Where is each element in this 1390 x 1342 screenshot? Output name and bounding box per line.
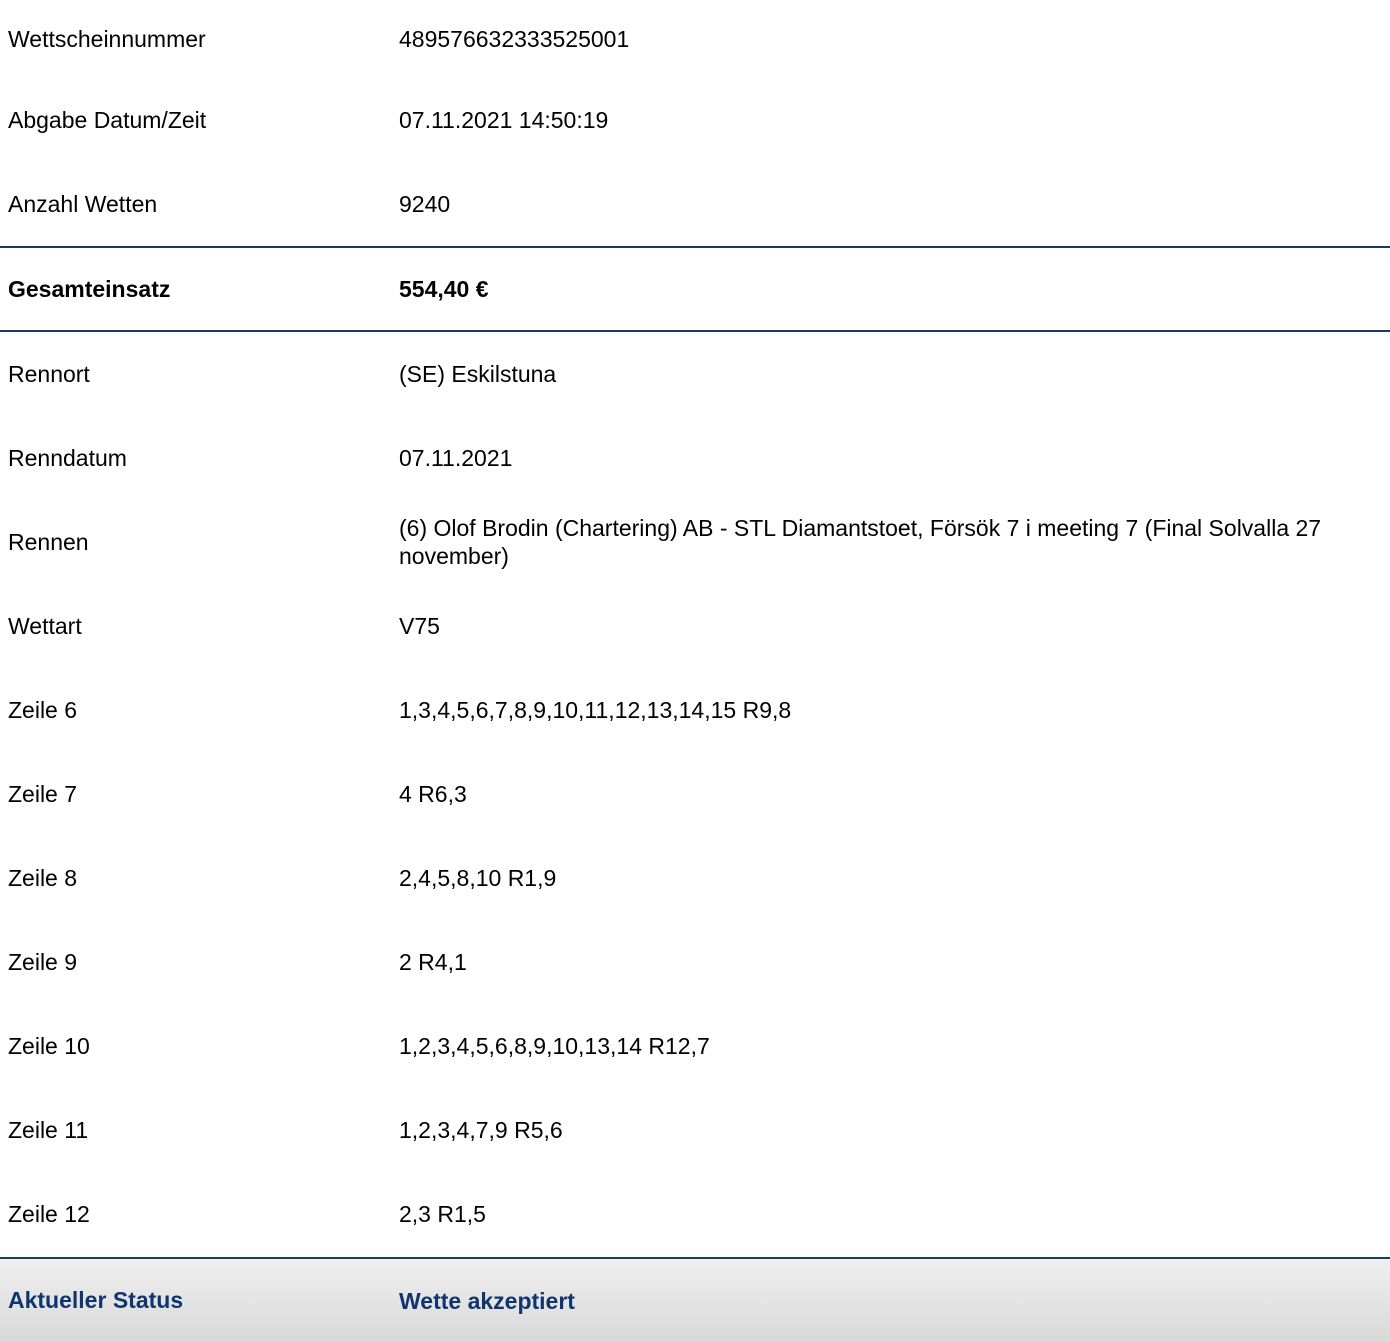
ticket-number-label: Wettscheinnummer xyxy=(8,25,206,52)
line-value: 4 R6,3 xyxy=(399,781,467,807)
line-row: Zeile 12 2,3 R1,5 xyxy=(0,1172,1390,1256)
race-details: Rennort (SE) Eskilstuna Renndatum 07.11.… xyxy=(0,332,1390,1256)
ticket-summary: Wettscheinnummer 489576632333525001 Abga… xyxy=(0,0,1390,246)
line-row: Zeile 11 1,2,3,4,7,9 R5,6 xyxy=(0,1088,1390,1172)
venue-row: Rennort (SE) Eskilstuna xyxy=(0,332,1390,416)
line-row: Zeile 9 2 R4,1 xyxy=(0,920,1390,1004)
line-label: Zeile 8 xyxy=(8,864,78,891)
line-label: Zeile 11 xyxy=(8,1116,89,1143)
line-value: 2,4,5,8,10 R1,9 xyxy=(399,865,557,891)
bet-ticket-details: Wettscheinnummer 489576632333525001 Abga… xyxy=(0,0,1390,1342)
status-label: Aktueller Status xyxy=(8,1287,184,1313)
venue-value: (SE) Eskilstuna xyxy=(399,361,557,387)
total-stake-row: Gesamteinsatz 554,40 € xyxy=(0,246,1390,332)
race-date-row: Renndatum 07.11.2021 xyxy=(0,416,1390,500)
submitted-value: 07.11.2021 14:50:19 xyxy=(399,107,609,133)
race-date-label: Renndatum xyxy=(8,444,127,471)
race-row: Rennen (6) Olof Brodin (Chartering) AB -… xyxy=(0,500,1390,584)
line-row: Zeile 7 4 R6,3 xyxy=(0,752,1390,836)
line-label: Zeile 9 xyxy=(8,948,78,975)
submitted-row: Abgabe Datum/Zeit 07.11.2021 14:50:19 xyxy=(0,78,1390,162)
bet-type-label: Wettart xyxy=(8,612,82,639)
bet-count-row: Anzahl Wetten 9240 xyxy=(0,162,1390,246)
line-row: Zeile 10 1,2,3,4,5,6,8,9,10,13,14 R12,7 xyxy=(0,1004,1390,1088)
race-value: (6) Olof Brodin (Chartering) AB - STL Di… xyxy=(399,515,1322,569)
race-label: Rennen xyxy=(8,528,89,555)
line-row: Zeile 8 2,4,5,8,10 R1,9 xyxy=(0,836,1390,920)
line-value: 2,3 R1,5 xyxy=(399,1201,486,1227)
total-stake-value: 554,40 € xyxy=(399,276,489,302)
line-label: Zeile 6 xyxy=(8,696,78,723)
line-value: 1,3,4,5,6,7,8,9,10,11,12,13,14,15 R9,8 xyxy=(399,697,792,723)
bet-count-value: 9240 xyxy=(399,191,451,217)
bet-type-value: V75 xyxy=(399,613,440,639)
bet-count-label: Anzahl Wetten xyxy=(8,190,158,217)
bet-type-row: Wettart V75 xyxy=(0,584,1390,668)
line-label: Zeile 7 xyxy=(8,780,78,807)
line-value: 1,2,3,4,5,6,8,9,10,13,14 R12,7 xyxy=(399,1033,710,1059)
submitted-label: Abgabe Datum/Zeit xyxy=(8,106,207,133)
line-value: 1,2,3,4,7,9 R5,6 xyxy=(399,1117,563,1143)
line-label: Zeile 10 xyxy=(8,1032,90,1059)
line-row: Zeile 6 1,3,4,5,6,7,8,9,10,11,12,13,14,1… xyxy=(0,668,1390,752)
ticket-number-row: Wettscheinnummer 489576632333525001 xyxy=(0,0,1390,78)
venue-label: Rennort xyxy=(8,360,90,387)
line-value: 2 R4,1 xyxy=(399,949,467,975)
line-label: Zeile 12 xyxy=(8,1200,90,1227)
status-row: Aktueller Status Wette akzeptiert xyxy=(0,1257,1390,1342)
ticket-number-value: 489576632333525001 xyxy=(399,26,630,52)
total-stake-label: Gesamteinsatz xyxy=(8,275,171,302)
race-date-value: 07.11.2021 xyxy=(399,445,513,471)
status-value: Wette akzeptiert xyxy=(399,1287,575,1314)
